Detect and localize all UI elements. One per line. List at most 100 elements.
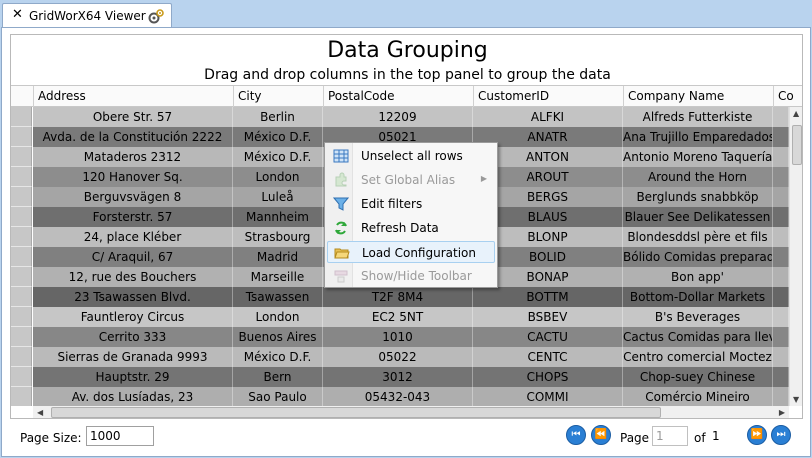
table-cell-city[interactable]: Sao Paulo: [233, 387, 323, 406]
table-cell-address[interactable]: C/ Araquil, 67: [33, 247, 233, 267]
table-row[interactable]: 23 Tsawassen Blvd. Tsawassen T2F 8M4 BOTTM B…: [11, 287, 789, 307]
row-selector[interactable]: [11, 247, 32, 267]
table-cell-city[interactable]: México D.F.: [233, 347, 323, 367]
table-cell-city[interactable]: Marseille: [233, 267, 323, 287]
table-cell-id[interactable]: COMMI: [473, 387, 623, 406]
table-cell-address[interactable]: Cerrito 333: [33, 327, 233, 347]
next-page-icon[interactable]: ⏩: [747, 425, 767, 445]
table-cell-postal[interactable]: EC2 5NT: [323, 307, 473, 327]
table-cell-id[interactable]: BSBEV: [473, 307, 623, 327]
table-cell-city[interactable]: London: [233, 307, 323, 327]
row-selector[interactable]: [11, 207, 32, 227]
menu-item-edit-filters[interactable]: Edit filters: [327, 193, 495, 215]
table-cell-postal[interactable]: 12209: [323, 107, 473, 127]
table-cell-contact[interactable]: [773, 367, 789, 387]
table-cell-postal[interactable]: T2F 8M4: [323, 287, 473, 307]
table-cell-contact[interactable]: [773, 107, 789, 127]
row-selector[interactable]: [11, 227, 32, 247]
table-cell-company[interactable]: Centro comercial Moctez: [623, 347, 773, 367]
close-icon[interactable]: ✕: [12, 8, 23, 22]
table-cell-contact[interactable]: [773, 327, 789, 347]
table-cell-company[interactable]: Ana Trujillo Emparedados: [623, 127, 773, 147]
table-cell-company[interactable]: Bottom-Dollar Markets: [623, 287, 773, 307]
table-cell-contact[interactable]: [773, 387, 789, 406]
column-header-contact[interactable]: Co: [773, 86, 802, 107]
page-size-input[interactable]: 1000: [86, 426, 154, 446]
table-cell-company[interactable]: Cactus Comidas para llev: [623, 327, 773, 347]
table-cell-contact[interactable]: [773, 207, 789, 227]
table-cell-city[interactable]: Strasbourg: [233, 227, 323, 247]
menu-item-show-hide-toolbar[interactable]: Show/Hide Toolbar: [327, 265, 495, 287]
horizontal-scrollbar[interactable]: ◀ ▶: [33, 406, 789, 418]
table-cell-company[interactable]: Blondesddsl père et fils: [623, 227, 773, 247]
table-cell-address[interactable]: Mataderos 2312: [33, 147, 233, 167]
table-row[interactable]: Sierras de Granada 9993 México D.F. 05022 C…: [11, 347, 789, 367]
table-cell-address[interactable]: Obere Str. 57: [33, 107, 233, 127]
table-cell-contact[interactable]: [773, 247, 789, 267]
row-selector[interactable]: [11, 187, 32, 207]
column-header-address[interactable]: Address: [33, 86, 233, 107]
table-row[interactable]: Av. dos Lusíadas, 23 Sao Paulo 05432-043 CO…: [11, 387, 789, 406]
table-cell-contact[interactable]: [773, 147, 789, 167]
table-cell-address[interactable]: Av. dos Lusíadas, 23: [33, 387, 233, 406]
table-cell-id[interactable]: CHOPS: [473, 367, 623, 387]
table-cell-id[interactable]: CACTU: [473, 327, 623, 347]
table-cell-contact[interactable]: [773, 227, 789, 247]
table-cell-company[interactable]: Around the Horn: [623, 167, 773, 187]
last-page-icon[interactable]: ⏭: [771, 425, 791, 445]
column-header-company-name[interactable]: Company Name: [623, 86, 773, 107]
table-cell-id[interactable]: ALFKI: [473, 107, 623, 127]
table-cell-city[interactable]: Tsawassen: [233, 287, 323, 307]
row-selector[interactable]: [11, 147, 32, 167]
table-cell-contact[interactable]: [773, 307, 789, 327]
table-cell-city[interactable]: México D.F.: [233, 127, 323, 147]
table-cell-company[interactable]: Bólido Comidas preparad: [623, 247, 773, 267]
menu-item-unselect-all-rows[interactable]: Unselect all rows: [327, 145, 495, 167]
table-cell-city[interactable]: Mannheim: [233, 207, 323, 227]
row-selector[interactable]: [11, 107, 32, 127]
row-selector[interactable]: [11, 327, 32, 347]
table-cell-address[interactable]: 24, place Kléber: [33, 227, 233, 247]
table-cell-postal[interactable]: 1010: [323, 327, 473, 347]
table-row[interactable]: Obere Str. 57 Berlin 12209 ALFKI Alfreds Fut…: [11, 107, 789, 127]
table-cell-city[interactable]: Buenos Aires: [233, 327, 323, 347]
table-cell-contact[interactable]: [773, 347, 789, 367]
table-cell-contact[interactable]: [773, 187, 789, 207]
table-cell-address[interactable]: Sierras de Granada 9993: [33, 347, 233, 367]
page-number-input[interactable]: 1: [652, 426, 688, 446]
table-cell-company[interactable]: Blauer See Delikatessen: [623, 207, 773, 227]
vertical-scroll-thumb[interactable]: [792, 125, 802, 165]
vertical-scrollbar[interactable]: ▲ ▼: [789, 107, 802, 406]
row-selector[interactable]: [11, 307, 32, 327]
table-cell-address[interactable]: Berguvsvägen 8: [33, 187, 233, 207]
table-cell-city[interactable]: Berlin: [233, 107, 323, 127]
table-row[interactable]: Cerrito 333 Buenos Aires 1010 CACTU Cactus C…: [11, 327, 789, 347]
scroll-up-icon[interactable]: ▲: [793, 109, 799, 118]
menu-item-load-configuration[interactable]: Load Configuration: [327, 241, 495, 263]
table-cell-address[interactable]: Hauptstr. 29: [33, 367, 233, 387]
table-cell-city[interactable]: Luleå: [233, 187, 323, 207]
table-row[interactable]: Fauntleroy Circus London EC2 5NT BSBEV B's B…: [11, 307, 789, 327]
first-page-icon[interactable]: ⏮: [566, 425, 586, 445]
table-row[interactable]: Hauptstr. 29 Bern 3012 CHOPS Chop-suey Chine…: [11, 367, 789, 387]
column-header-postalcode[interactable]: PostalCode: [323, 86, 473, 107]
table-cell-company[interactable]: Berglunds snabbköp: [623, 187, 773, 207]
table-cell-address[interactable]: Avda. de la Constitución 2222: [33, 127, 233, 147]
row-selector[interactable]: [11, 167, 32, 187]
table-cell-id[interactable]: CENTC: [473, 347, 623, 367]
column-header-city[interactable]: City: [233, 86, 323, 107]
scroll-down-icon[interactable]: ▼: [793, 395, 799, 404]
table-cell-company[interactable]: B's Beverages: [623, 307, 773, 327]
row-selector[interactable]: [11, 347, 32, 367]
table-cell-postal[interactable]: 05432-043: [323, 387, 473, 406]
horizontal-scroll-thumb[interactable]: [51, 407, 661, 418]
row-selector[interactable]: [11, 387, 32, 406]
table-cell-city[interactable]: México D.F.: [233, 147, 323, 167]
table-cell-id[interactable]: BOTTM: [473, 287, 623, 307]
table-cell-company[interactable]: Chop-suey Chinese: [623, 367, 773, 387]
row-selector[interactable]: [11, 267, 32, 287]
table-cell-city[interactable]: Madrid: [233, 247, 323, 267]
table-cell-city[interactable]: London: [233, 167, 323, 187]
table-cell-address[interactable]: 120 Hanover Sq.: [33, 167, 233, 187]
table-cell-contact[interactable]: [773, 287, 789, 307]
